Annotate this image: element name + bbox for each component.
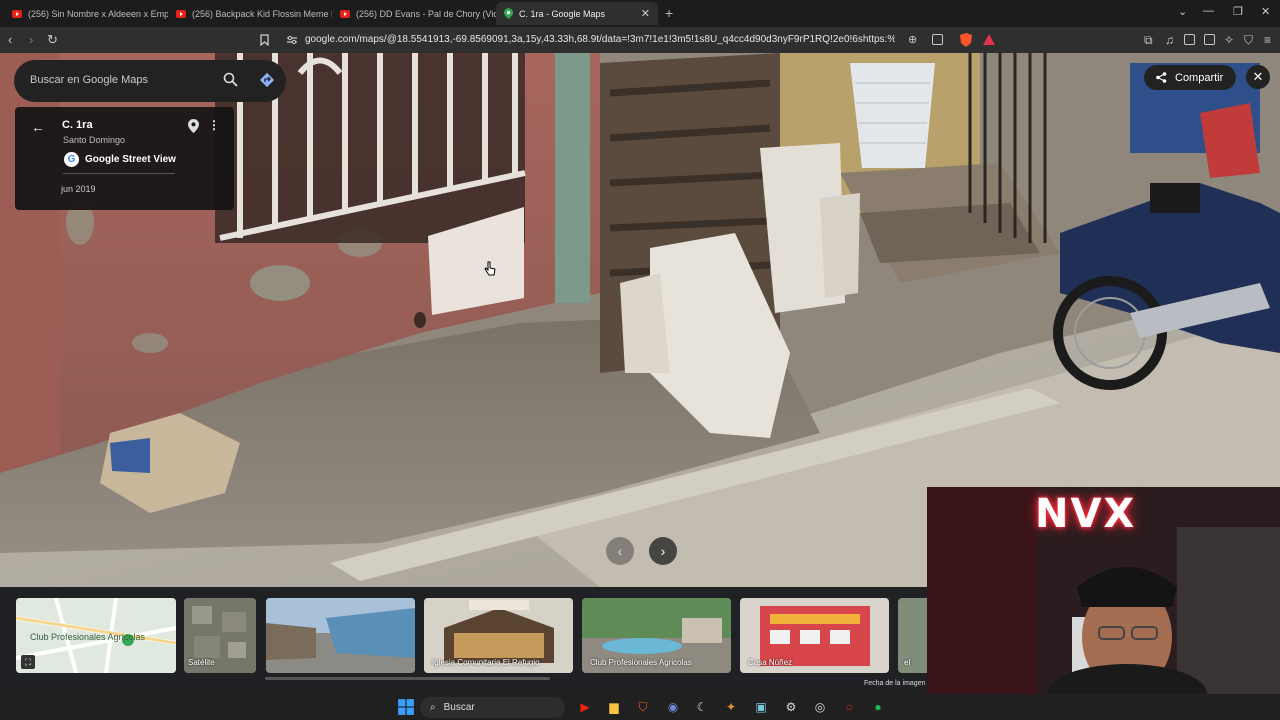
thumbnail-caption: Club Profesionales Agricolas [590,658,692,667]
address-bar[interactable]: google.com/maps/@18.5541913,-69.8569091,… [305,34,895,45]
satellite-thumbnail[interactable]: Satélite [184,598,256,673]
street-photo [266,598,415,673]
divider [63,173,175,174]
menu-icon[interactable]: ≡ [1264,32,1271,48]
photo-strip-scrollbar[interactable] [265,677,550,680]
youtube-icon [176,9,186,18]
search-icon: ⌕ [430,702,436,713]
thumbnail-caption: Iglesia Comunitaria El Refugio [432,658,540,667]
app-icon[interactable]: ◎ [811,698,829,716]
close-window-button[interactable]: ✕ [1261,5,1270,18]
source-attribution[interactable]: G Google Street View [64,152,176,167]
minimize-button[interactable]: — [1203,5,1214,17]
app-icon[interactable]: ✦ [722,698,740,716]
file-explorer-icon[interactable]: ▆ [605,698,623,716]
brave-rewards-icon[interactable] [983,34,995,45]
youtube-icon [12,9,22,18]
vpn-icon[interactable]: ⛉ [1244,32,1253,48]
tab-label: (256) Sin Nombre x Aldeeen x Empir [28,8,168,19]
more-options-icon[interactable]: ⋮ [208,118,220,132]
cast-icon[interactable] [932,34,943,45]
photo-thumbnail[interactable]: Casa Núñez [740,598,889,673]
back-arrow-icon[interactable]: ← [31,119,45,135]
youtube-icon [340,9,350,18]
tab-label: (256) DD Evans - Pal de Chory (Vide [356,8,496,19]
hand-cursor-icon [484,261,496,276]
location-pin-icon[interactable] [188,119,199,133]
tab-google-maps[interactable]: C. 1ra - Google Maps ✕ [496,2,658,25]
windows-taskbar: ⌕ Buscar ▶ ▆ ⛉ ◉ ☾ ✦ ▣ ⚙ ◎ ○ ● [0,694,1280,720]
back-icon[interactable]: ‹ [8,32,12,48]
brave-browser-icon[interactable]: ⛉ [634,698,652,716]
forward-icon[interactable]: › [29,32,33,48]
tab-youtube-3[interactable]: (256) DD Evans - Pal de Chory (Vide [332,2,496,25]
search-icon[interactable] [223,72,238,87]
bookmark-icon[interactable] [260,34,269,46]
settings-icon[interactable]: ⚙ [782,698,800,716]
tab-youtube-2[interactable]: (256) Backpack Kid Flossin Meme Re [168,2,332,25]
site-settings-icon[interactable] [286,35,298,45]
share-icon [1156,72,1167,83]
place-info-card: ← C. 1ra Santo Domingo ⋮ G Google Street… [15,107,234,210]
previous-image-button[interactable]: ‹ [606,537,634,565]
new-tab-button[interactable]: + [665,5,673,21]
media-icon[interactable]: ♫ [1165,32,1174,48]
windows-start-icon[interactable] [397,698,415,716]
browser-tab-bar: (256) Sin Nombre x Aldeeen x Empir (256)… [0,0,1280,27]
thumbnail-caption: Casa Núñez [748,658,793,667]
google-maps-icon [504,8,513,19]
photo-thumbnail[interactable] [266,598,415,673]
close-street-view-button[interactable]: ✕ [1246,65,1270,89]
neon-sign: NVX [1035,491,1137,537]
thumbnail-caption: Club Profesionales Agrícolas [30,632,146,642]
share-button[interactable]: Compartir [1144,65,1236,90]
webcam-overlay: NVX [927,487,1280,694]
photo-thumbnail[interactable]: Iglesia Comunitaria El Refugio [424,598,573,673]
next-image-button[interactable]: › [649,537,677,565]
photo-thumbnail[interactable]: el [898,598,927,673]
search-input[interactable]: Buscar en Google Maps [30,74,148,86]
tab-list-icon[interactable]: ⌄ [1178,5,1187,18]
zoom-icon[interactable]: ⊕ [908,32,917,48]
taskbar-search-label: Buscar [443,702,475,713]
tab-label: (256) Backpack Kid Flossin Meme Re [192,8,332,19]
sidebar-icon[interactable] [1184,34,1195,45]
thumbnail-caption: el [904,658,911,667]
browser-toolbar: ‹ › ↻ google.com/maps/@18.5541913,-69.85… [0,27,1280,53]
taskbar-search[interactable]: ⌕ Buscar [420,697,565,718]
thumbnail-caption: Satélite [188,658,215,667]
youtube-app-icon[interactable]: ▶ [576,698,594,716]
maps-search-box[interactable]: Buscar en Google Maps [14,60,286,102]
close-tab-icon[interactable]: ✕ [635,7,650,20]
google-logo-icon: G [64,152,79,167]
leo-ai-icon[interactable]: ✧ [1224,32,1234,48]
expand-map-icon[interactable]: ⛶ [21,655,35,669]
tab-youtube-1[interactable]: (256) Sin Nombre x Aldeeen x Empir [4,2,168,25]
reload-icon[interactable]: ↻ [47,32,58,48]
share-label: Compartir [1175,71,1224,84]
app-icon[interactable]: ☾ [693,698,711,716]
tab-label: C. 1ra - Google Maps [519,8,606,19]
app-icon[interactable]: ▣ [752,698,770,716]
place-subtitle: Santo Domingo [63,135,126,145]
capture-date[interactable]: jun 2019 [61,184,96,194]
image-date-label: Fecha de la imagen [864,680,926,687]
minimap-thumbnail[interactable]: Club Profesionales Agrícolas ⛶ [16,598,176,673]
directions-icon[interactable] [259,72,275,88]
photo-thumbnail[interactable]: Club Profesionales Agricolas [582,598,731,673]
wallet-icon[interactable] [1204,34,1215,45]
source-label: Google Street View [85,154,176,165]
spotify-icon[interactable]: ● [869,698,887,716]
brave-shield-icon[interactable] [960,33,972,47]
place-title: C. 1ra [62,119,93,131]
opera-icon[interactable]: ○ [840,698,858,716]
extensions-icon[interactable]: ⧉ [1144,32,1153,48]
maximize-button[interactable]: ❐ [1233,5,1243,18]
discord-icon[interactable]: ◉ [664,698,682,716]
